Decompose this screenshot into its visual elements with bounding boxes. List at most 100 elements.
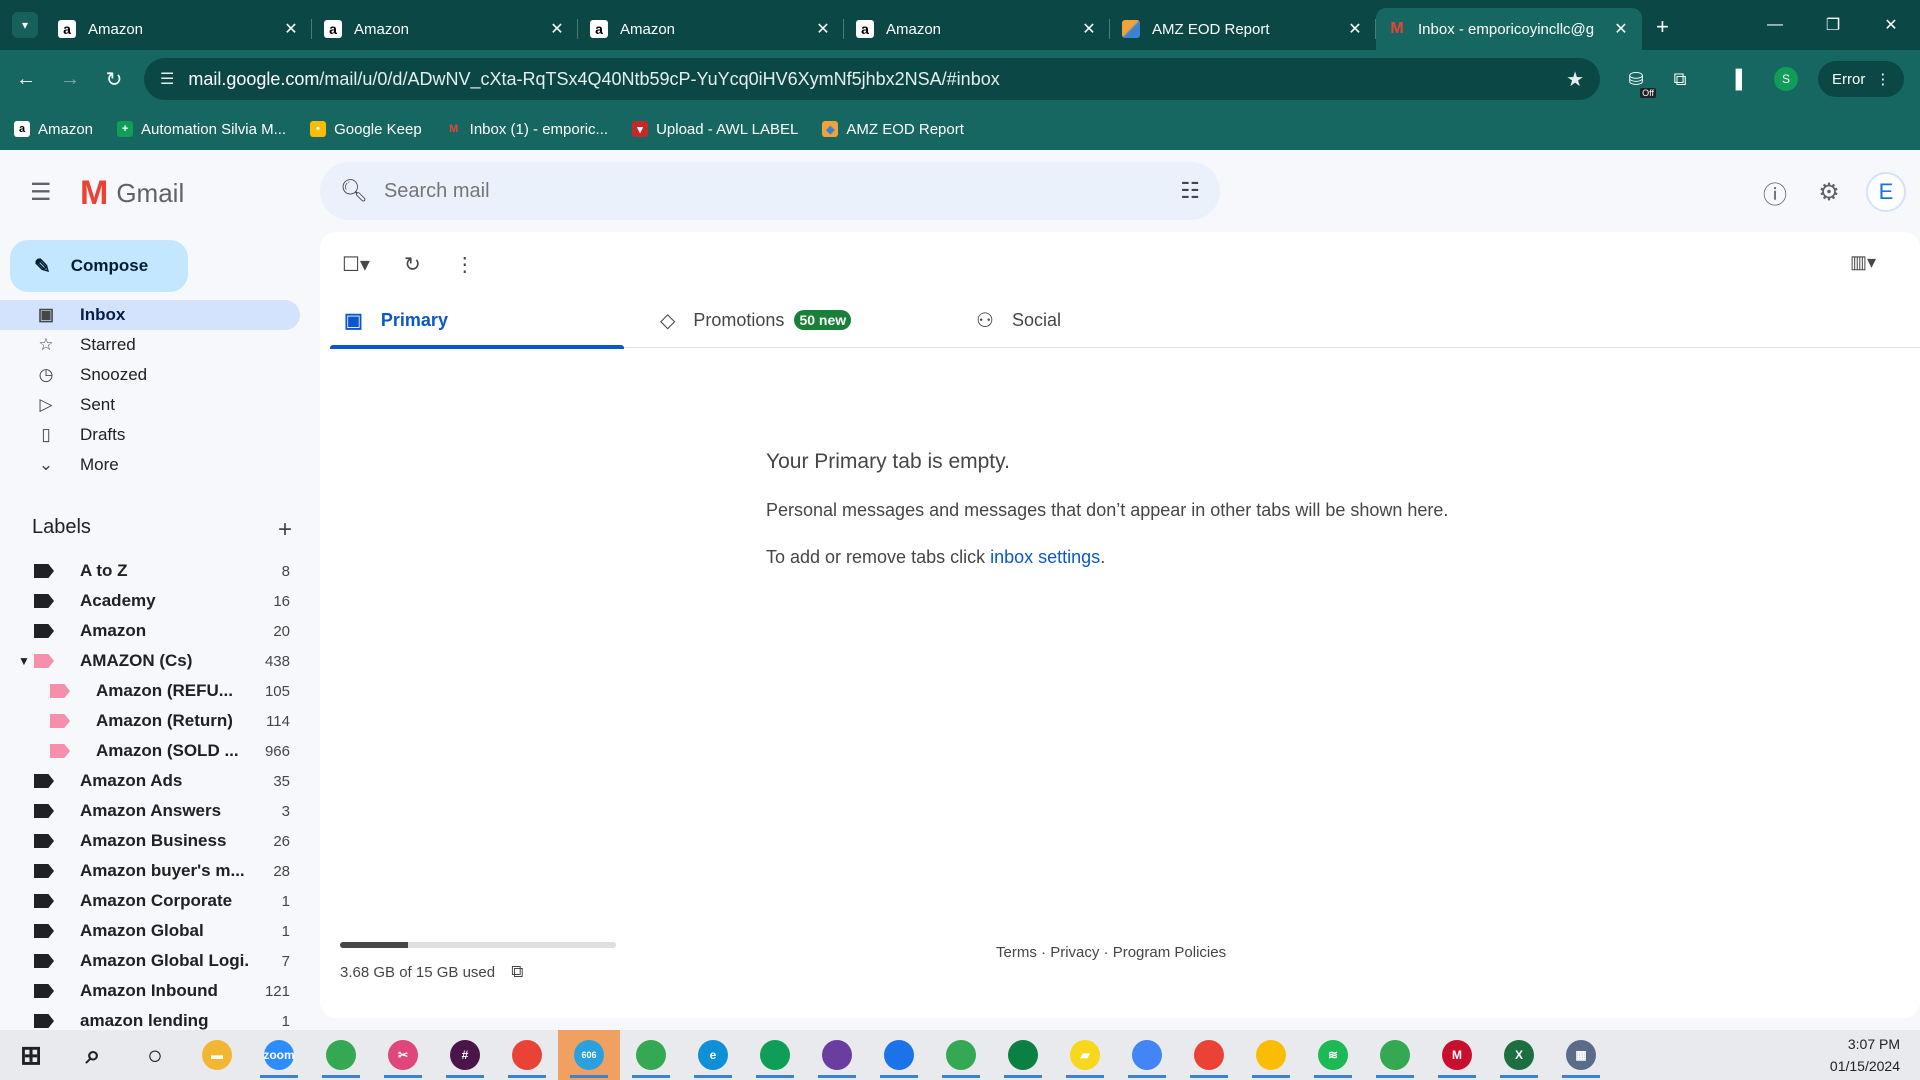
back-button[interactable]: ← [8, 61, 44, 97]
program-policies-link[interactable]: Program Policies [1113, 944, 1226, 961]
taskbar-task-view-button[interactable]: ○ [124, 1030, 186, 1080]
search-options-icon[interactable]: ☷ [1180, 178, 1200, 204]
account-avatar[interactable]: E [1866, 172, 1906, 212]
privacy-link[interactable]: Privacy [1050, 944, 1099, 961]
address-bar[interactable]: ☰ mail.google.com/mail/u/0/d/ADwNV_cXta-… [144, 58, 1600, 100]
label-item[interactable]: Amazon Global 1 [0, 916, 300, 946]
tab-promotions[interactable]: ◇ Promotions 50 new [646, 292, 962, 348]
compose-button[interactable]: ✎ Compose [10, 240, 188, 292]
label-item[interactable]: Amazon Corporate 1 [0, 886, 300, 916]
close-tab-icon[interactable]: ✕ [1612, 19, 1630, 39]
split-pane-toggle-icon[interactable]: ▥▾ [1850, 252, 1876, 273]
search-icon[interactable]: 🔍︎ [340, 178, 368, 204]
label-item[interactable]: Amazon (SOLD ... 966 [0, 736, 300, 766]
taskbar-search-button[interactable]: ⌕ [62, 1030, 124, 1080]
main-menu-icon[interactable]: ☰ [30, 178, 52, 207]
label-item[interactable]: A to Z 8 [0, 556, 300, 586]
close-tab-icon[interactable]: ✕ [1346, 19, 1364, 39]
label-item[interactable]: Amazon Business 26 [0, 826, 300, 856]
refresh-icon[interactable]: ↻ [404, 252, 421, 277]
taskbar-mcafee-button[interactable]: M [1426, 1030, 1488, 1080]
taskbar-windows-start-button[interactable]: ⊞ [0, 1030, 62, 1080]
taskbar-spotify-button[interactable]: ≋ [1302, 1030, 1364, 1080]
taskbar-chrome-profile-button[interactable] [1364, 1030, 1426, 1080]
taskbar-slack-button[interactable]: # [434, 1030, 496, 1080]
reload-button[interactable]: ↻ [96, 61, 132, 97]
label-item[interactable]: ▼ AMAZON (Cs) 438 [0, 646, 300, 676]
label-item[interactable]: Amazon (Return) 114 [0, 706, 300, 736]
label-item[interactable]: Amazon Global Logi... 7 [0, 946, 300, 976]
close-window-button[interactable]: ✕ [1862, 15, 1920, 35]
gmail-logo[interactable]: M Gmail [80, 174, 184, 213]
label-item[interactable]: Amazon Inbound 121 [0, 976, 300, 1006]
bookmark-item[interactable]: ◆ AMZ EOD Report [822, 121, 964, 138]
taskbar-chrome-profile-button[interactable] [744, 1030, 806, 1080]
taskbar-chrome-button[interactable] [310, 1030, 372, 1080]
folder-sent[interactable]: ▷ Sent [0, 390, 300, 420]
taskbar-chrome-profile-button[interactable] [930, 1030, 992, 1080]
taskbar-chrome-profile-button[interactable] [1240, 1030, 1302, 1080]
taskbar-chrome-profile-button[interactable] [1178, 1030, 1240, 1080]
label-item[interactable]: Academy 16 [0, 586, 300, 616]
error-menu-button[interactable]: Error ⋮ [1818, 61, 1905, 97]
inbox-settings-link[interactable]: inbox settings [990, 547, 1100, 567]
close-tab-icon[interactable]: ✕ [282, 19, 300, 39]
forward-button[interactable]: → [52, 61, 88, 97]
bookmark-item[interactable]: • Google Keep [310, 121, 422, 138]
new-tab-button[interactable]: + [1656, 14, 1669, 40]
minimize-button[interactable]: — [1746, 16, 1804, 34]
browser-tab[interactable]: AMZ EOD Report ✕ [1110, 8, 1376, 50]
create-label-icon[interactable]: + [278, 516, 292, 544]
taskbar-snipping-tool-button[interactable]: ✂ [372, 1030, 434, 1080]
taskbar-edge-button[interactable]: e [682, 1030, 744, 1080]
browser-tab[interactable]: a Amazon ✕ [844, 8, 1110, 50]
folder-starred[interactable]: ☆ Starred [0, 330, 300, 360]
restore-button[interactable]: ❐ [1804, 15, 1862, 35]
caret-down-icon[interactable]: ▼ [18, 654, 30, 668]
tab-search-button[interactable]: ▾ [12, 12, 38, 38]
system-clock[interactable]: 3:07 PM 01/15/2024 [1830, 1033, 1900, 1077]
folder-drafts[interactable]: ▯ Drafts [0, 420, 300, 450]
taskbar-chrome-profile-button[interactable] [620, 1030, 682, 1080]
taskbar-chrome-profile-button[interactable] [806, 1030, 868, 1080]
label-item[interactable]: Amazon 20 [0, 616, 300, 646]
taskbar-file-explorer-button[interactable]: ▬ [186, 1030, 248, 1080]
extensions-puzzle-icon[interactable]: ⧉ [1658, 69, 1702, 90]
help-icon[interactable]: ⓘ [1748, 175, 1802, 210]
close-tab-icon[interactable]: ✕ [1080, 19, 1098, 39]
browser-tab[interactable]: a Amazon ✕ [312, 8, 578, 50]
tab-primary[interactable]: ▣ Primary [330, 292, 646, 349]
taskbar-chrome-profile-button[interactable] [1116, 1030, 1178, 1080]
taskbar-chrome-profile-button[interactable] [868, 1030, 930, 1080]
taskbar-chrome-profile-button[interactable] [992, 1030, 1054, 1080]
terms-link[interactable]: Terms [996, 944, 1037, 961]
close-tab-icon[interactable]: ✕ [548, 19, 566, 39]
taskbar-excel-button[interactable]: X [1488, 1030, 1550, 1080]
profile-button[interactable]: S [1764, 67, 1808, 91]
side-panel-icon[interactable]: ▌ [1720, 69, 1764, 90]
site-info-icon[interactable]: ☰ [160, 69, 174, 89]
select-all-checkbox[interactable]: ☐▾ [342, 252, 370, 277]
taskbar-zoom-button[interactable]: zoom [248, 1030, 310, 1080]
bookmark-item[interactable]: ▾ Upload - AWL LABEL [632, 121, 798, 138]
taskbar-calculator-button[interactable]: ▦ [1550, 1030, 1612, 1080]
extension-button[interactable]: ⛁ Off [1614, 69, 1658, 98]
browser-tab[interactable]: M Inbox - emporicoyincllc@g ✕ [1376, 8, 1642, 50]
label-item[interactable]: Amazon (REFU... 105 [0, 676, 300, 706]
bookmark-star-icon[interactable]: ★ [1566, 67, 1584, 92]
label-item[interactable]: Amazon Ads 35 [0, 766, 300, 796]
taskbar-sticky-notes-button[interactable]: ▰ [1054, 1030, 1116, 1080]
settings-gear-icon[interactable]: ⚙ [1802, 178, 1856, 207]
taskbar-telegram-button[interactable]: 606 [558, 1030, 620, 1080]
bookmark-item[interactable]: M Inbox (1) - emporic... [446, 121, 608, 138]
more-actions-icon[interactable]: ⋮ [455, 252, 475, 277]
folder-snoozed[interactable]: ◷ Snoozed [0, 360, 300, 390]
browser-tab[interactable]: a Amazon ✕ [46, 8, 312, 50]
tab-social[interactable]: ⚇ Social [962, 292, 1278, 348]
folder-inbox[interactable]: ▣ Inbox [0, 300, 300, 330]
folder-more[interactable]: ⌄ More [0, 450, 300, 480]
search-input[interactable] [383, 179, 1181, 203]
label-item[interactable]: Amazon Answers 3 [0, 796, 300, 826]
close-tab-icon[interactable]: ✕ [814, 19, 832, 39]
bookmark-item[interactable]: + Automation Silvia M... [117, 121, 286, 138]
